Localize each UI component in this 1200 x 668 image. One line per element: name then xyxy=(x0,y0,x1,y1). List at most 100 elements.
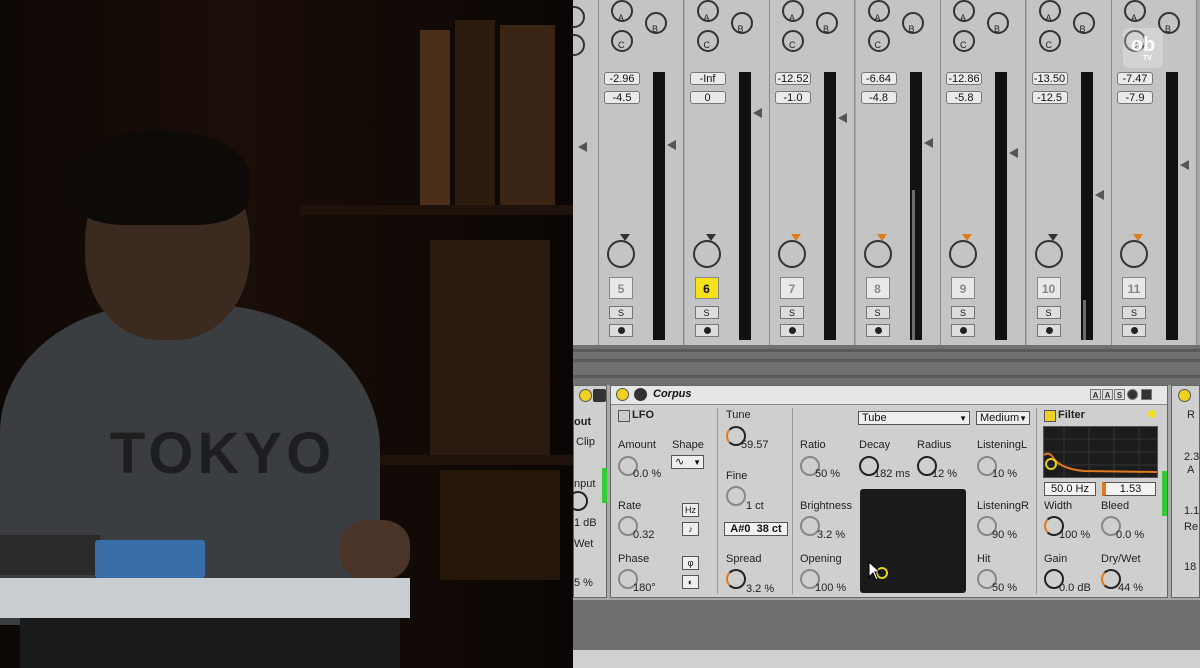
mixer-strip: A B C -13.50 -12.5 10 S xyxy=(1026,0,1112,345)
ableton-live-window: A B C -2.96 -4.5 5 S A B C -Inf 0 6 S A … xyxy=(573,0,1200,668)
device-power-button[interactable] xyxy=(1178,389,1191,402)
spread-knob[interactable] xyxy=(726,569,746,589)
opening-label: Opening xyxy=(800,553,842,565)
record-arm-button[interactable] xyxy=(780,324,804,337)
volume-fader-handle[interactable] xyxy=(838,113,847,123)
device-power-button[interactable] xyxy=(579,389,592,402)
volume-display[interactable]: -13.50 xyxy=(1031,72,1068,85)
solo-button[interactable]: S xyxy=(780,306,804,319)
header-button-s[interactable]: S xyxy=(1114,389,1125,400)
pan-knob[interactable] xyxy=(778,234,806,268)
peak-display[interactable]: 0 xyxy=(689,91,726,104)
fine-knob[interactable] xyxy=(726,486,746,506)
hot-swap-icon[interactable] xyxy=(1127,389,1138,400)
spin-button[interactable]: ◐ xyxy=(682,575,699,589)
level-meter xyxy=(653,72,665,340)
solo-button[interactable]: S xyxy=(865,306,890,319)
filter-title: Filter xyxy=(1058,409,1085,421)
volume-fader-handle[interactable] xyxy=(752,108,762,118)
volume-fader-handle[interactable] xyxy=(667,140,676,150)
volume-fader-handle[interactable] xyxy=(578,142,587,152)
send-knob[interactable] xyxy=(573,6,585,28)
lfo-toggle[interactable] xyxy=(618,410,630,422)
send-a-label: A xyxy=(874,13,881,23)
pan-knob[interactable] xyxy=(949,234,977,268)
sync-note-button[interactable]: ♪ xyxy=(682,522,699,536)
save-preset-icon[interactable] xyxy=(1141,389,1152,400)
level-meter xyxy=(1080,72,1093,340)
volume-fader-handle[interactable] xyxy=(1180,160,1189,170)
header-button-a1[interactable]: A xyxy=(1090,389,1101,400)
record-arm-button[interactable] xyxy=(951,324,975,337)
radius-value: 12 % xyxy=(932,468,958,480)
hz-button[interactable]: Hz xyxy=(682,503,699,517)
peak-display[interactable]: -4.8 xyxy=(860,91,897,104)
input-knob[interactable] xyxy=(573,491,588,511)
send-knob[interactable] xyxy=(573,34,585,56)
pan-knob[interactable] xyxy=(1034,234,1063,268)
volume-display[interactable]: -12.52 xyxy=(775,72,811,85)
pan-knob[interactable] xyxy=(863,234,892,268)
bleed-label: Bleed xyxy=(1101,500,1130,512)
pan-knob[interactable] xyxy=(692,234,721,268)
track-activator[interactable]: 11 xyxy=(1122,277,1146,299)
pan-knob[interactable] xyxy=(1120,234,1148,268)
volume-fader-handle[interactable] xyxy=(923,138,933,148)
width-value: 100 % xyxy=(1059,529,1091,541)
corpus-fold-button[interactable] xyxy=(634,388,647,401)
send-b-label: B xyxy=(994,24,1001,34)
pan-knob[interactable] xyxy=(607,234,635,268)
peak-display[interactable]: -12.5 xyxy=(1031,91,1068,104)
corpus-power-button[interactable] xyxy=(616,388,629,401)
peak-display[interactable]: -5.8 xyxy=(946,91,982,104)
volume-display[interactable]: -7.47 xyxy=(1117,72,1153,85)
header-button-a2[interactable]: A xyxy=(1102,389,1113,400)
audio-gear xyxy=(0,535,100,575)
filter-q-field[interactable]: 1.53 xyxy=(1102,482,1156,496)
volume-fader-handle[interactable] xyxy=(1094,190,1104,200)
filter-freq-field[interactable]: 50.0 Hz xyxy=(1044,482,1096,496)
track-activator[interactable]: 6 xyxy=(694,277,719,299)
label-input: nput xyxy=(574,478,596,490)
filter-curve xyxy=(1043,427,1158,477)
peak-display[interactable]: -7.9 xyxy=(1117,91,1153,104)
volume-display[interactable]: -2.96 xyxy=(604,72,640,85)
track-activator[interactable]: 10 xyxy=(1036,277,1061,299)
person-hair xyxy=(70,130,250,225)
resonator-type-select[interactable]: Tube xyxy=(858,411,970,425)
peak-display[interactable]: -4.5 xyxy=(604,91,640,104)
send-c-label: C xyxy=(618,40,625,50)
shape-select[interactable]: ∿ xyxy=(671,455,704,469)
record-arm-button[interactable] xyxy=(1122,324,1146,337)
label-wet: Wet xyxy=(574,538,594,550)
solo-button[interactable]: S xyxy=(951,306,975,319)
solo-button[interactable]: S xyxy=(1036,306,1061,319)
filter-graph[interactable] xyxy=(1043,426,1158,478)
filter-toggle[interactable] xyxy=(1044,410,1056,422)
solo-button[interactable]: S xyxy=(694,306,719,319)
send-c-label: C xyxy=(874,40,882,50)
save-preset-icon[interactable] xyxy=(593,389,606,402)
track-activator[interactable]: 8 xyxy=(865,277,890,299)
phase-label: Phase xyxy=(618,553,650,565)
volume-display[interactable]: -Inf xyxy=(689,72,726,85)
peak-display[interactable]: -1.0 xyxy=(775,91,811,104)
volume-display[interactable]: -12.86 xyxy=(946,72,982,85)
record-arm-button[interactable] xyxy=(1036,324,1061,337)
track-activator[interactable]: 9 xyxy=(951,277,975,299)
volume-display[interactable]: -6.64 xyxy=(860,72,897,85)
send-a-label: A xyxy=(703,13,710,23)
record-arm-button[interactable] xyxy=(865,324,890,337)
listening-xy-pad[interactable] xyxy=(860,489,966,593)
record-arm-button[interactable] xyxy=(609,324,633,337)
volume-fader-handle[interactable] xyxy=(1009,148,1018,158)
solo-button[interactable]: S xyxy=(1122,306,1146,319)
amount-label: Amount xyxy=(618,439,656,451)
solo-button[interactable]: S xyxy=(609,306,633,319)
track-activator[interactable]: 5 xyxy=(609,277,633,299)
phase-mode-button[interactable]: φ xyxy=(682,556,699,570)
quality-select[interactable]: Medium xyxy=(976,411,1030,425)
record-arm-button[interactable] xyxy=(694,324,719,337)
track-activator[interactable]: 7 xyxy=(780,277,804,299)
spread-value: 3.2 % xyxy=(746,583,775,595)
